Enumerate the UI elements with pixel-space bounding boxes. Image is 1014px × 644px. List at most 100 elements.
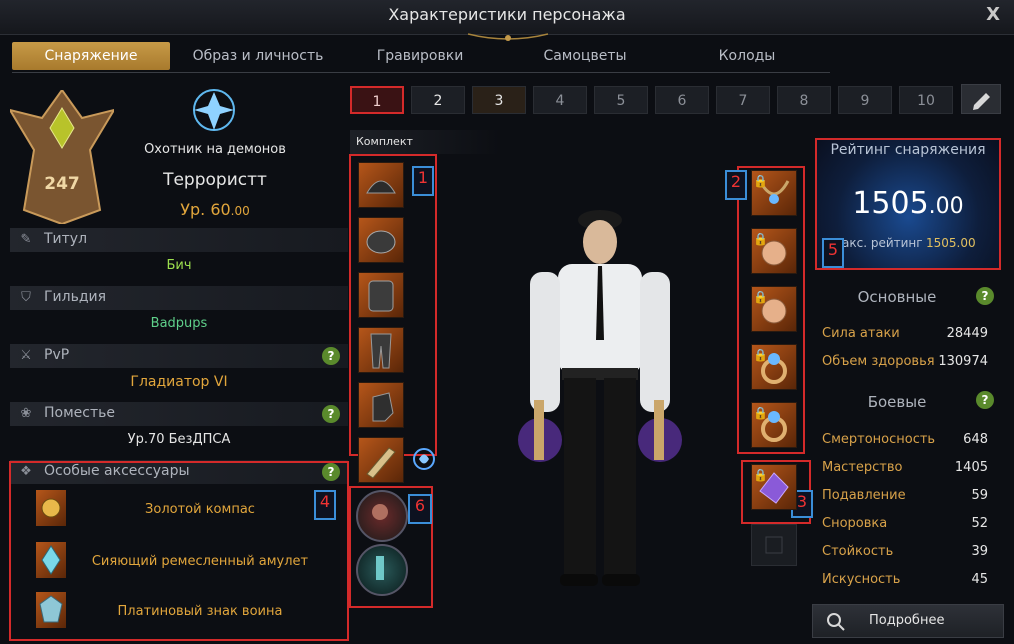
stat-label: Сила атаки (822, 326, 900, 341)
title-value: Бич (166, 258, 192, 273)
estate-help-icon[interactable]: ? (322, 405, 340, 423)
weapon-slot[interactable] (358, 437, 404, 483)
pencil-icon (973, 93, 990, 110)
pants-slot[interactable] (358, 327, 404, 373)
stat-expertise: Искусность 45 (822, 572, 988, 587)
title-row: ✎ Титул (10, 228, 348, 252)
close-button[interactable]: X (986, 4, 1000, 25)
lock-icon: 🔒 (753, 406, 768, 420)
transcendence-icon (413, 448, 435, 470)
stat-value: 648 (963, 432, 988, 447)
roster-level-badge-icon (10, 90, 114, 224)
combat-stats-header: Боевые (867, 393, 927, 411)
card-slot-2[interactable] (356, 544, 408, 596)
preset-button-6[interactable]: 6 (655, 86, 709, 114)
stat-attack-power: Сила атаки 28449 (822, 326, 988, 341)
annotation-label-4: 4 (314, 490, 336, 520)
preset-button-4[interactable]: 4 (533, 86, 587, 114)
preset-button-8[interactable]: 8 (777, 86, 831, 114)
title-label: Титул (44, 231, 88, 247)
preset-button-3[interactable]: 3 (472, 86, 526, 114)
guild-row: ⛉ Гильдия (10, 286, 348, 310)
chest-armor-icon (368, 280, 394, 312)
stat-endurance: Стойкость 39 (822, 544, 988, 559)
stat-value: 130974 (938, 354, 988, 369)
stat-value: 52 (971, 516, 988, 531)
guild-label: Гильдия (44, 289, 107, 305)
details-button[interactable]: Подробнее (812, 604, 1004, 638)
card-portrait-icon (372, 504, 388, 520)
card-slot-1[interactable] (356, 490, 408, 542)
tab-equipment[interactable]: Снаряжение (12, 42, 170, 70)
quill-icon: ✎ (20, 232, 32, 247)
stat-value: 59 (971, 488, 988, 503)
roster-level: 247 (44, 174, 80, 194)
preset-button-10[interactable]: 10 (899, 86, 953, 114)
pants-icon (370, 333, 392, 369)
character-name: Террористт (163, 170, 267, 190)
class-name: Охотник на демонов (144, 142, 286, 157)
preset-button-9[interactable]: 9 (838, 86, 892, 114)
stat-max-hp: Объем здоровья 130974 (822, 354, 988, 369)
annotation-box-4 (9, 461, 349, 641)
bracelet-slot-empty[interactable] (751, 524, 797, 566)
lock-icon: 🔒 (753, 348, 768, 362)
stat-value: 1405 (954, 460, 988, 475)
combat-stats-help-icon[interactable]: ? (976, 391, 994, 409)
stat-swiftness: Сноровка 52 (822, 516, 988, 531)
pvp-value: Гладиатор VI (130, 374, 228, 390)
helmet-icon (366, 180, 396, 194)
gear-score-value: 1505 (852, 186, 929, 221)
max-score-value: 1505.00 (926, 236, 976, 250)
stat-specialization: Мастерство 1405 (822, 460, 988, 475)
level-fraction: .00 (230, 204, 250, 218)
estate-label: Поместье (44, 405, 115, 421)
estate-icon: ❀ (20, 406, 32, 421)
preset-button-7[interactable]: 7 (716, 86, 770, 114)
guild-value: Badpups (150, 316, 208, 331)
stat-label: Подавление (822, 488, 906, 503)
set-label: Комплект (350, 130, 500, 154)
tab-bar: Снаряжение Образ и личность Гравировки С… (12, 42, 830, 73)
tab-gems[interactable]: Самоцветы (506, 42, 664, 70)
gear-score-label: Рейтинг снаряжения (830, 142, 986, 158)
basic-stats-header: Основные (857, 288, 937, 306)
max-score-label: акс. рейтинг (842, 236, 923, 250)
helmet-slot[interactable] (358, 162, 404, 208)
annotation-label-2: 2 (725, 170, 747, 200)
stat-label: Объем здоровья (822, 354, 935, 369)
shoulder-slot[interactable] (358, 217, 404, 263)
stat-label: Искусность (822, 572, 901, 587)
lock-icon: 🔒 (753, 174, 768, 188)
gloves-icon (372, 392, 394, 422)
stat-value: 39 (971, 544, 988, 559)
stat-value: 45 (971, 572, 988, 587)
details-button-label: Подробнее (869, 613, 945, 628)
preset-button-5[interactable]: 5 (594, 86, 648, 114)
level-value: Ур. 60 (180, 200, 231, 219)
stat-domination: Подавление 59 (822, 488, 988, 503)
stat-label: Стойкость (822, 544, 894, 559)
pvp-label: PvP (44, 347, 70, 363)
search-icon (827, 613, 845, 631)
gloves-slot[interactable] (358, 382, 404, 428)
chest-slot[interactable] (358, 272, 404, 318)
lock-icon: 🔒 (753, 468, 768, 482)
stat-value: 28449 (946, 326, 988, 341)
tab-appearance[interactable]: Образ и личность (180, 42, 336, 70)
lock-icon: 🔒 (753, 232, 768, 246)
edit-preset-button[interactable] (961, 84, 1001, 114)
preset-button-1[interactable]: 1 (350, 86, 404, 114)
annotation-label-6: 6 (408, 494, 432, 524)
stat-label: Сноровка (822, 516, 888, 531)
preset-button-2[interactable]: 2 (411, 86, 465, 114)
pvp-help-icon[interactable]: ? (322, 347, 340, 365)
crossed-swords-icon: ⚔ (20, 348, 32, 363)
annotation-label-1: 1 (412, 166, 434, 196)
tab-engravings[interactable]: Гравировки (346, 42, 494, 70)
estate-value: Ур.70 БезДПСА (127, 432, 231, 447)
basic-stats-help-icon[interactable]: ? (976, 287, 994, 305)
gear-score: 1505.00 (815, 186, 1001, 221)
empty-slot-icon (765, 536, 783, 554)
tab-decks[interactable]: Колоды (676, 42, 818, 70)
